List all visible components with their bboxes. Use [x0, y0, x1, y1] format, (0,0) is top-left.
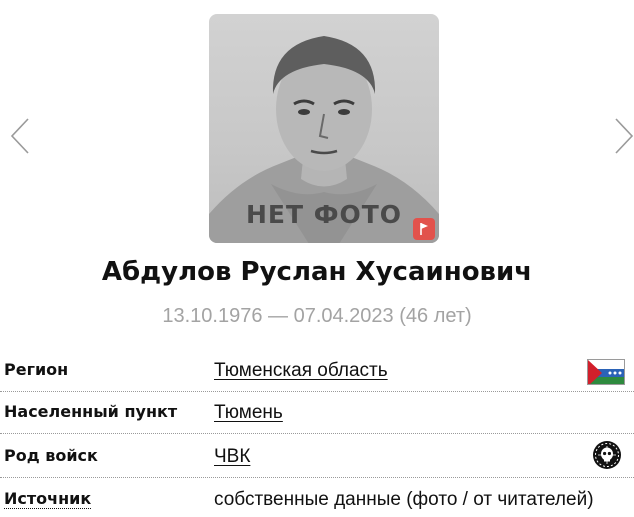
- region-link[interactable]: Тюменская область: [214, 360, 388, 382]
- chevron-left-icon: [10, 118, 29, 154]
- tyumen-region-flag-icon: [587, 359, 625, 385]
- row-label-source[interactable]: Источник: [4, 489, 92, 509]
- branch-link[interactable]: ЧВК: [214, 446, 250, 468]
- row-label: Род войск: [4, 446, 98, 465]
- wagner-skull-emblem-icon: [592, 440, 622, 470]
- chevron-right-icon: [615, 118, 634, 154]
- flag-icon: [420, 223, 428, 235]
- detail-row-locality: Населенный пункт Тюмень: [0, 392, 634, 434]
- row-label: Населенный пункт: [4, 402, 178, 421]
- person-photo-placeholder: НЕТ ФОТО: [209, 14, 439, 243]
- person-name: Абдулов Руслан Хусаинович: [101, 257, 533, 287]
- detail-row-branch: Род войск ЧВК: [0, 436, 634, 478]
- no-photo-label: НЕТ ФОТО: [245, 200, 403, 229]
- life-dates: 13.10.1976 — 07.04.2023 (46 лет): [162, 305, 472, 327]
- previous-button[interactable]: [8, 116, 32, 156]
- source-value: собственные данные (фото / от читателей): [214, 489, 594, 510]
- detail-row-source: Источник собственные данные (фото / от ч…: [0, 479, 634, 517]
- row-divider: [0, 433, 634, 434]
- next-button[interactable]: [612, 116, 634, 156]
- detail-row-region: Регион Тюменская область: [0, 350, 634, 392]
- report-flag-button[interactable]: [413, 218, 435, 240]
- locality-link[interactable]: Тюмень: [214, 402, 283, 424]
- row-divider: [0, 477, 634, 478]
- row-label: Регион: [4, 360, 69, 379]
